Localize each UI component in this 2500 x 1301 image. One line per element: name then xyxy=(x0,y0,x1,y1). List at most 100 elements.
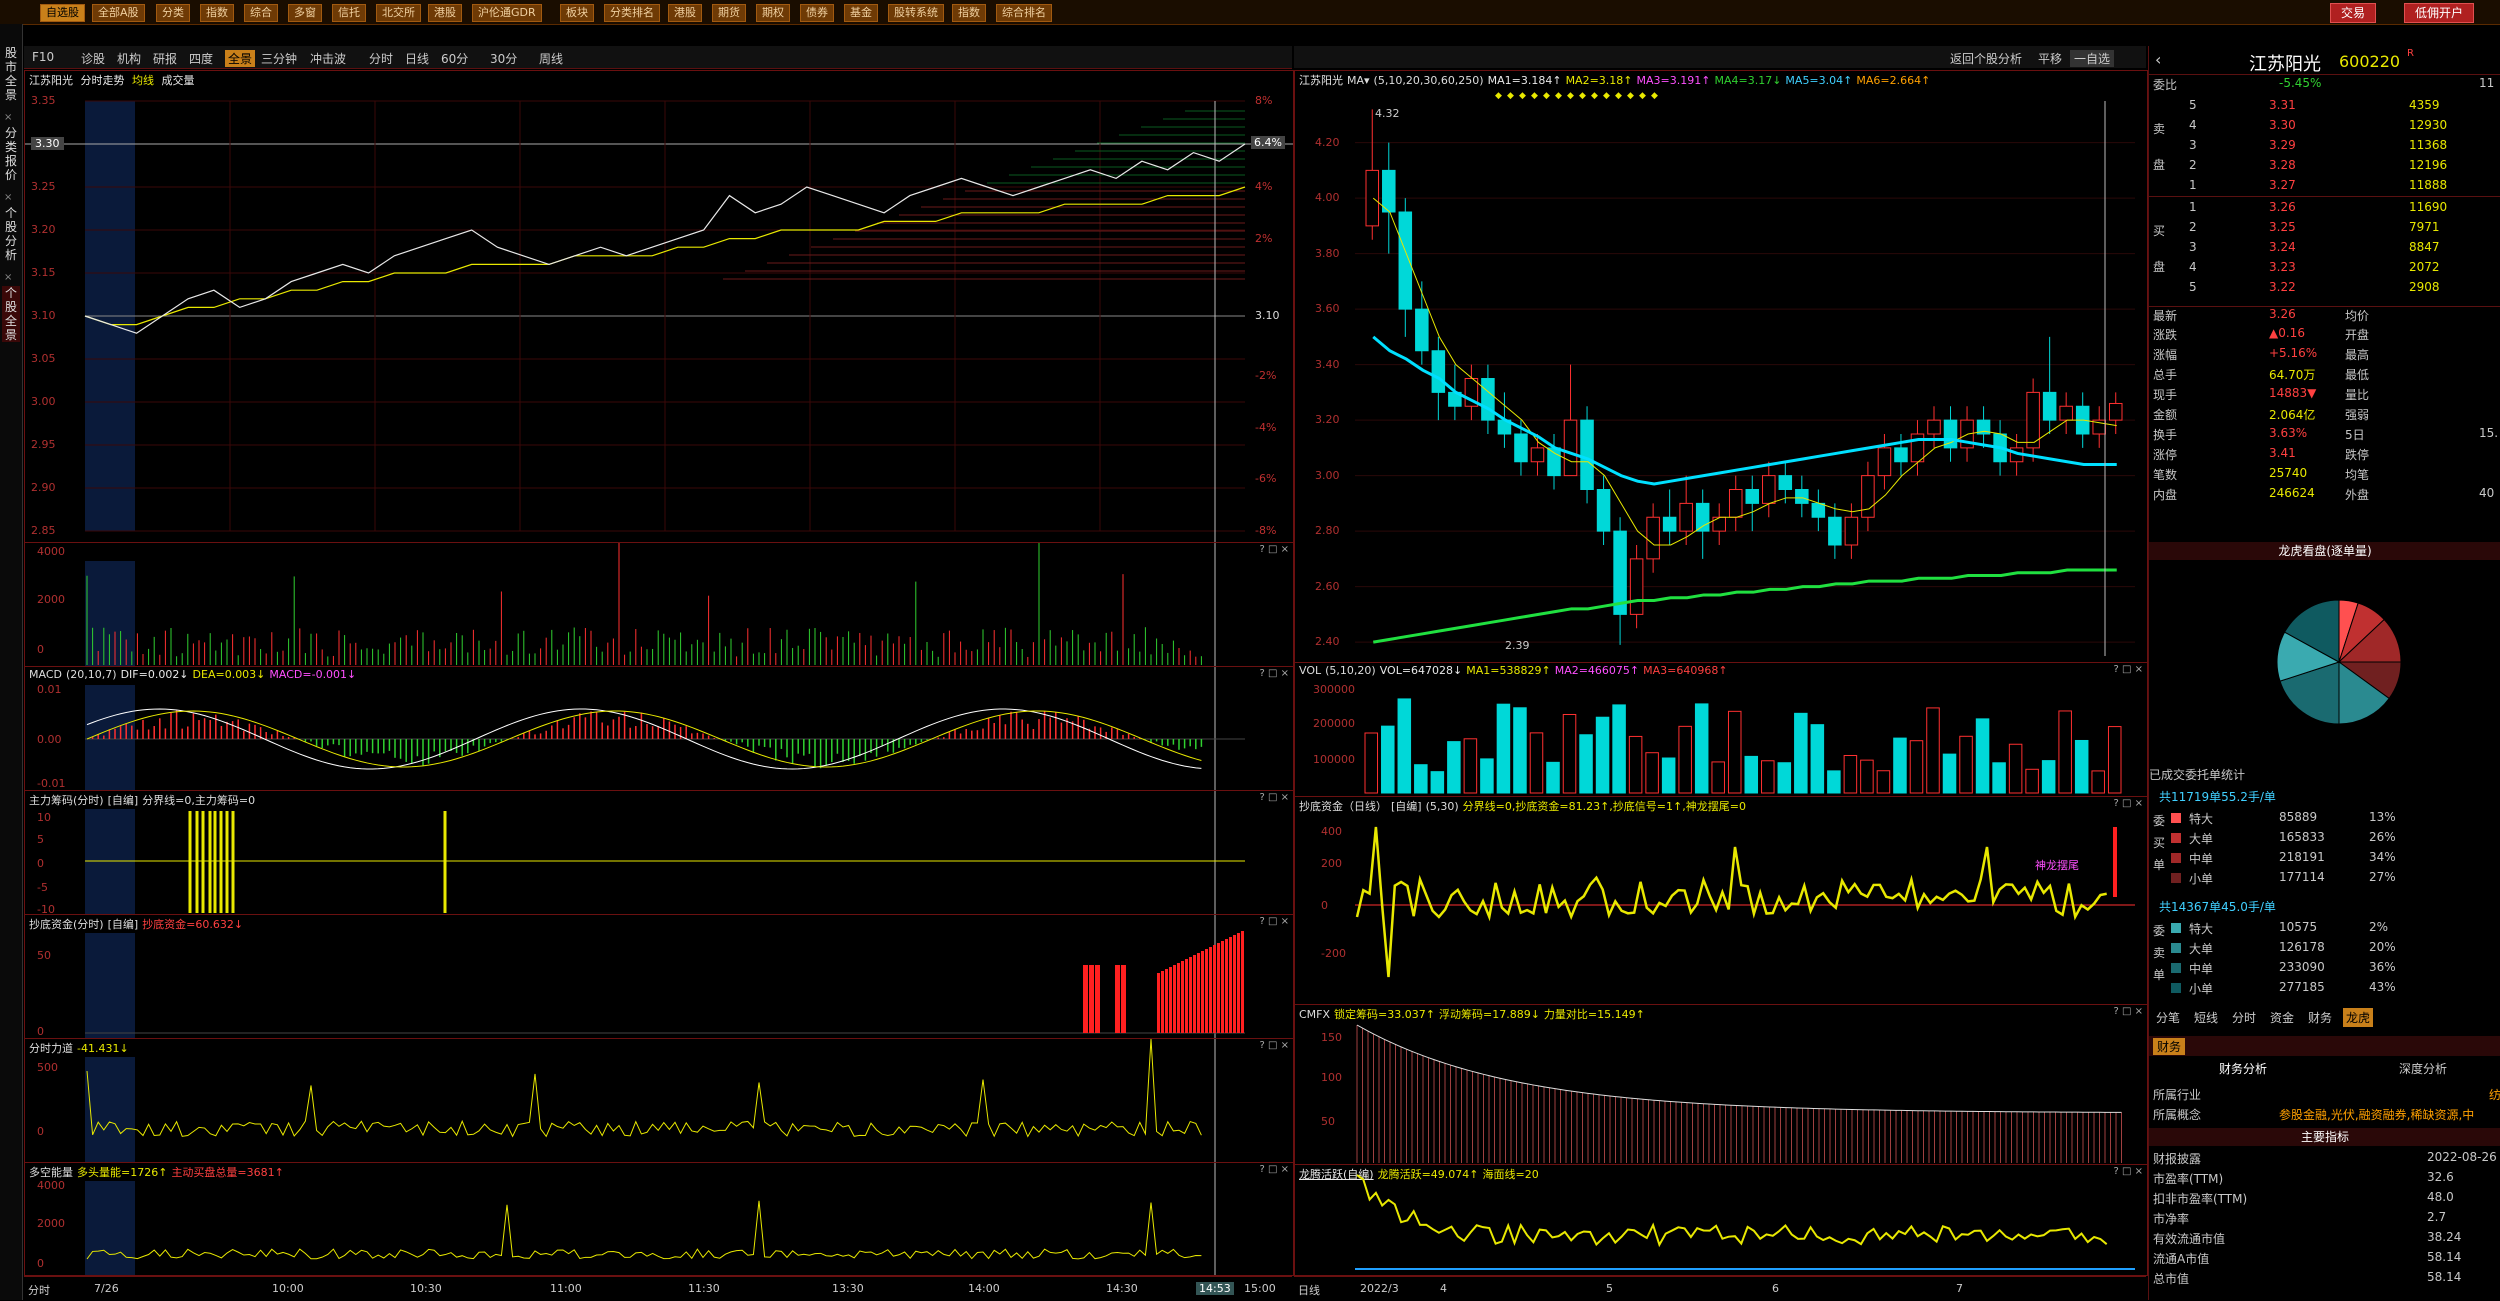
back-to-analysis[interactable]: 返回个股分析 xyxy=(1950,50,2022,67)
flat-button[interactable]: 平移 xyxy=(2038,50,2062,67)
back-arrow-icon[interactable]: ‹ xyxy=(2155,50,2161,69)
topbar-item[interactable]: 综合 xyxy=(244,4,278,22)
panel-controls[interactable]: ? □ × xyxy=(1260,1040,1290,1051)
deep-analysis-tab[interactable]: 深度分析 xyxy=(2399,1060,2447,1077)
ask-row: 4 3.30 12930 xyxy=(2149,118,2500,138)
date-axis-label[interactable]: 日线 xyxy=(1298,1282,1320,1298)
stat-label: 笔数 xyxy=(2153,468,2178,482)
panel-controls[interactable]: ? □ × xyxy=(1260,544,1290,555)
signal-marker: ◆ xyxy=(1639,91,1646,101)
close-tab-icon[interactable]: × xyxy=(4,272,12,283)
topbar-item[interactable]: 沪伦通GDR xyxy=(472,4,542,22)
bid-row: 3 3.24 8847 xyxy=(2149,240,2500,260)
topbar-item[interactable]: 全部A股 xyxy=(92,4,145,22)
bid-row: 4 3.23 2072 xyxy=(2149,260,2500,280)
quote-tab[interactable]: 短线 xyxy=(2191,1008,2221,1027)
topbar-item[interactable]: 多窗 xyxy=(288,4,322,22)
topbar-item[interactable]: 指数 xyxy=(952,4,986,22)
vertical-tab-char: 全 xyxy=(4,74,17,88)
topbar-item[interactable]: 期权 xyxy=(756,4,790,22)
stat-row: 笔数 25740 均笔 xyxy=(2149,466,2500,486)
topbar-item[interactable]: 信托 xyxy=(332,4,366,22)
panel-controls[interactable]: ? □ × xyxy=(2114,1166,2144,1177)
trade-button[interactable]: 交易 xyxy=(2330,3,2377,23)
quote-tab[interactable]: 龙虎 xyxy=(2343,1008,2374,1027)
topbar-item[interactable]: 债券 xyxy=(800,4,834,22)
toolbar-tab[interactable]: 30分 xyxy=(490,50,517,67)
cmfx-panel: CMFX 锁定筹码=33.037↑ 浮动筹码=17.889↓ 力量对比=15.149↑… xyxy=(1294,1004,2148,1166)
panel-controls[interactable]: ? □ × xyxy=(2114,1006,2144,1017)
concept-row: 所属概念 参股金融,光伏,融资融券,稀缺资源,中 xyxy=(2149,1106,2500,1126)
quote-tab[interactable]: 分时 xyxy=(2229,1008,2259,1027)
topbar-item[interactable]: 港股 xyxy=(428,4,462,22)
topbar-item[interactable]: 分类 xyxy=(156,4,190,22)
panel-controls[interactable]: ? □ × xyxy=(2114,664,2144,675)
topbar-item[interactable]: 期货 xyxy=(712,4,746,22)
bid-price: 3.25 xyxy=(2269,220,2296,234)
panel-controls[interactable]: ? □ × xyxy=(2114,798,2144,809)
quote-tab[interactable]: 财务 xyxy=(2305,1008,2335,1027)
stat-label: 最高 xyxy=(2345,348,2370,362)
order-size: 大单 xyxy=(2189,832,2214,846)
topbar-item[interactable]: 综合排名 xyxy=(996,4,1052,22)
price-axis-label: 3.00 xyxy=(31,395,56,408)
topbar-item[interactable]: 指数 xyxy=(200,4,234,22)
quote-tab[interactable]: 资金 xyxy=(2267,1008,2297,1027)
panel-controls[interactable]: ? □ × xyxy=(1260,916,1290,927)
toolbar-tab[interactable]: 全景 xyxy=(225,50,256,67)
margin-account-button[interactable]: 低佣开户 xyxy=(2404,3,2475,23)
pct-axis-label: -2% xyxy=(1255,369,1277,383)
macd-panel: MACD (20,10,7) DIF=0.002↓ DEA=0.003↓ MACD=-0… xyxy=(24,666,1294,792)
stat-value: ▲0.16 xyxy=(2269,326,2305,340)
toolbar-tab[interactable]: F10 xyxy=(32,50,54,64)
stat-value: 246624 xyxy=(2269,486,2315,500)
time-axis-label: 14:00 xyxy=(968,1282,1000,1295)
close-tab-icon[interactable]: × xyxy=(4,192,12,203)
toolbar-tab[interactable]: 三分钟 xyxy=(261,50,297,67)
webi-right: 11 xyxy=(2479,76,2495,90)
toolbar-tab[interactable]: 冲击波 xyxy=(310,50,346,67)
order-size: 特大 xyxy=(2189,812,2214,826)
finance-analysis-tab[interactable]: 财务分析 xyxy=(2219,1060,2267,1077)
vertical-tab[interactable]: 个股分析 xyxy=(2,206,20,262)
topbar-item[interactable]: 分类排名 xyxy=(604,4,660,22)
panel-controls[interactable]: ? □ × xyxy=(1260,668,1290,679)
topbar-item[interactable]: 股转系统 xyxy=(888,4,944,22)
toolbar-tab[interactable]: 诊股 xyxy=(81,50,105,67)
quote-tab[interactable]: 分笔 xyxy=(2153,1008,2183,1027)
watchlist-select[interactable]: 一自选 xyxy=(2070,50,2115,67)
toolbar-tab[interactable]: 机构 xyxy=(117,50,141,67)
topbar-item[interactable]: 港股 xyxy=(668,4,702,22)
metric-row: 有效流通市值 38.24 xyxy=(2149,1230,2500,1250)
ask-level: 3 xyxy=(2189,138,2197,152)
ask-price: 3.27 xyxy=(2269,178,2296,192)
toolbar-tab[interactable]: 周线 xyxy=(539,50,563,67)
bottom-fund-intraday-panel: 抄底资金(分时) [自编] 抄底资金=60.632↓ ? □ × 50 0 xyxy=(24,914,1294,1040)
vertical-tab[interactable]: 个股全景 xyxy=(2,286,20,342)
topbar-item[interactable]: 北交所 xyxy=(376,4,421,22)
toolbar-tab[interactable]: 日线 xyxy=(405,50,429,67)
panel-controls[interactable]: ? □ × xyxy=(1260,1164,1290,1175)
main-chip-panel: 主力筹码(分时) [自编] 分界线=0,主力筹码=0 ? □ × 10 5 0 -5 -10 xyxy=(24,790,1294,916)
bid-level: 3 xyxy=(2189,240,2197,254)
order-size: 特大 xyxy=(2189,922,2214,936)
bid-price: 3.22 xyxy=(2269,280,2296,294)
close-tab-icon[interactable]: × xyxy=(4,112,12,123)
toolbar-tab[interactable]: 分时 xyxy=(369,50,393,67)
pct-axis-label: 3.10 xyxy=(1255,309,1280,322)
toolbar-tab[interactable]: 60分 xyxy=(441,50,468,67)
finance-tab[interactable]: 财务 xyxy=(2153,1038,2186,1055)
buy-entrust-row: 大单 165833 26% xyxy=(2149,830,2500,850)
topbar-item[interactable]: 板块 xyxy=(560,4,594,22)
topbar-item[interactable]: 基金 xyxy=(844,4,878,22)
topbar-item[interactable]: 自选股 xyxy=(40,4,85,22)
toolbar-tab[interactable]: 四度 xyxy=(189,50,213,67)
volume-bar xyxy=(1612,704,1626,794)
time-axis-label[interactable]: 分时 xyxy=(28,1282,50,1298)
order-pct: 27% xyxy=(2369,870,2396,884)
finance-bar xyxy=(2149,1036,2500,1056)
vertical-tab[interactable]: 股市全景 xyxy=(2,46,20,102)
vertical-tab[interactable]: 分类报价 xyxy=(2,126,20,182)
toolbar-tab[interactable]: 研报 xyxy=(153,50,177,67)
panel-controls[interactable]: ? □ × xyxy=(1260,792,1290,803)
